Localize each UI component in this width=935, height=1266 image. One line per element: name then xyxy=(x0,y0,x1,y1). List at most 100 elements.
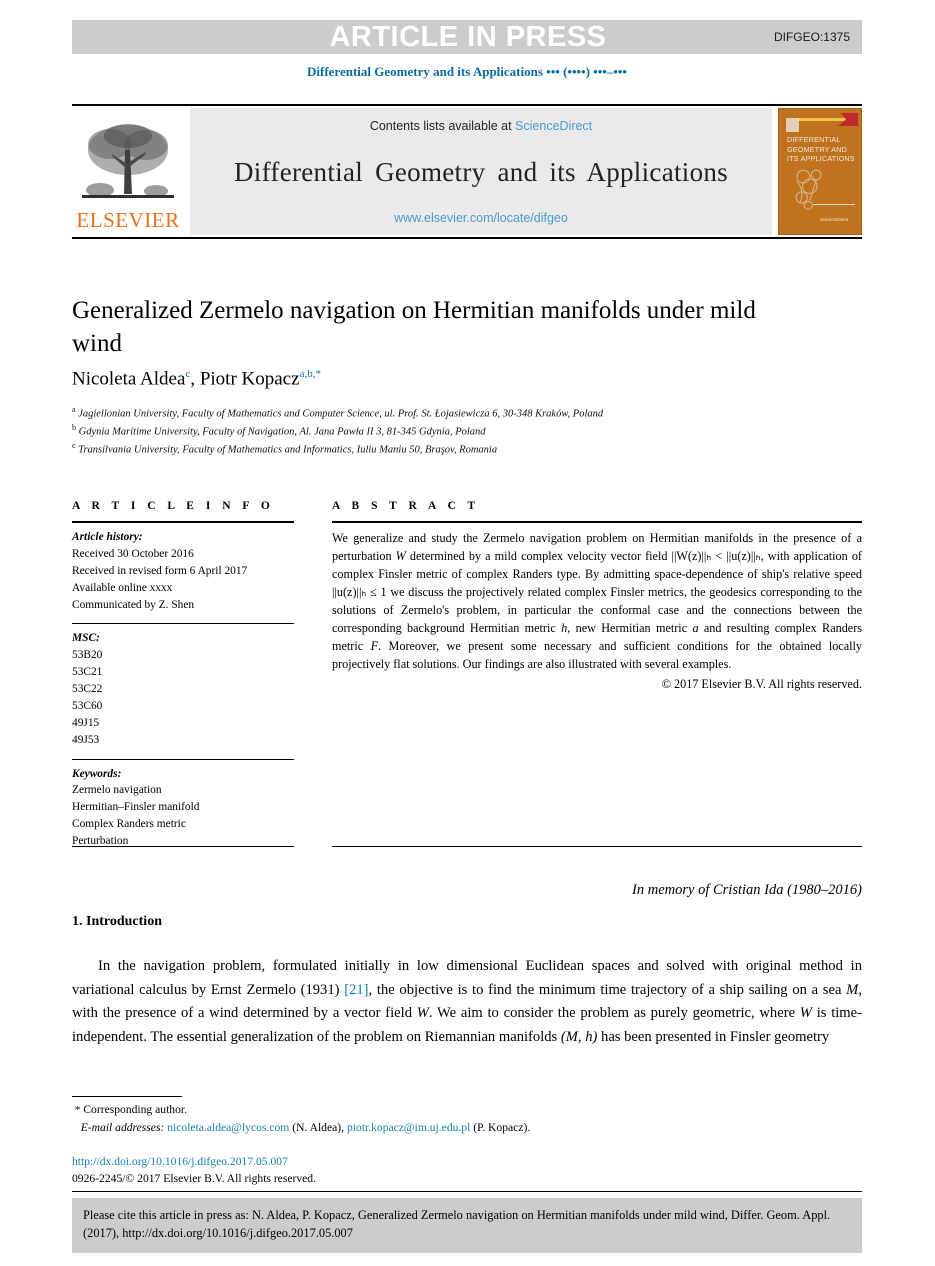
elsevier-logo: ELSEVIER xyxy=(72,108,184,235)
cite-this-article-box: Please cite this article in press as: N.… xyxy=(72,1198,862,1253)
journal-title: Differential Geometry and its Applicatio… xyxy=(234,156,728,187)
email-addresses-label: E-mail addresses: xyxy=(80,1120,165,1134)
msc-code: 49J53 xyxy=(72,733,100,746)
manuscript-code: DIFGEO:1375 xyxy=(773,30,850,44)
msc-block: MSC: 53B20 53C21 53C22 53C60 49J15 49J53 xyxy=(72,630,294,748)
introduction-paragraph: In the navigation problem, formulated in… xyxy=(72,955,862,1050)
corresponding-star-mark: * xyxy=(74,1104,81,1116)
email-owner-aldea: (N. Aldea), xyxy=(292,1120,345,1134)
corresponding-author-note: * Corresponding author. xyxy=(72,1101,862,1119)
msc-code: 53C21 xyxy=(72,666,103,679)
abstract-part-5: . Moreover, we present some necessary an… xyxy=(332,639,862,672)
cover-accent-bar xyxy=(797,118,853,121)
elsevier-wordmark: ELSEVIER xyxy=(76,208,180,232)
affiliation-item: b Gdynia Maritime University, Faculty of… xyxy=(72,422,772,440)
affiliation-item: a Jagiellonian University, Faculty of Ma… xyxy=(72,404,772,422)
corresponding-author-mark[interactable]: * xyxy=(315,368,321,380)
cover-footer-rule xyxy=(813,204,855,205)
article-history-block: Article history: Received 30 October 201… xyxy=(72,529,294,613)
msc-code: 53C60 xyxy=(72,699,103,712)
contents-lists-prefix: Contents lists available at xyxy=(369,119,516,133)
author-name-1: Nicoleta Aldea xyxy=(72,368,186,390)
journal-cover-thumbnail: DIFFERENTIAL GEOMETRY AND ITS APPLICATIO… xyxy=(778,108,862,235)
masthead-bottom-rule xyxy=(72,237,862,239)
keyword-item: Hermitian–Finsler manifold xyxy=(72,801,200,814)
page-bottom-rule xyxy=(72,1191,862,1192)
left-column-bottom-rule xyxy=(72,846,294,847)
keywords-rule xyxy=(72,758,294,760)
cover-elsevier-mark-icon xyxy=(786,118,799,132)
article-history-line: Received 30 October 2016 xyxy=(72,547,194,560)
keyword-item: Complex Randers metric xyxy=(72,818,186,831)
citation-reference-21[interactable]: [21] xyxy=(344,982,368,998)
article-info-heading: A R T I C L E I N F O xyxy=(72,500,275,512)
contents-lists-line: Contents lists available at ScienceDirec… xyxy=(370,119,592,133)
masthead-top-rule xyxy=(72,104,862,106)
abstract-copyright: © 2017 Elsevier B.V. All rights reserved… xyxy=(661,677,862,692)
article-history-label: Article history: xyxy=(72,531,143,543)
issn-copyright-line: 0926-2245/© 2017 Elsevier B.V. All right… xyxy=(72,1172,316,1186)
affiliation-item: c Transilvania University, Faculty of Ma… xyxy=(72,440,772,458)
keyword-item: Zermelo navigation xyxy=(72,784,162,797)
article-in-press-banner: ARTICLE IN PRESS DIFGEO:1375 xyxy=(72,20,862,54)
sciencedirect-link[interactable]: ScienceDirect xyxy=(515,119,592,133)
author-1-affiliation-mark[interactable]: c xyxy=(185,368,190,380)
journal-homepage-link[interactable]: www.elsevier.com/locate/difgeo xyxy=(394,211,568,225)
email-owner-kopacz: (P. Kopacz). xyxy=(473,1120,531,1134)
msc-code: 53C22 xyxy=(72,683,103,695)
masthead-center-panel: Contents lists available at ScienceDirec… xyxy=(190,108,772,235)
intro-part-2: , the objective is to find the minimum t… xyxy=(368,981,847,998)
affiliation-text: Gdynia Maritime University, Faculty of N… xyxy=(78,426,486,438)
keywords-label: Keywords: xyxy=(72,767,122,780)
msc-label: MSC: xyxy=(72,632,100,645)
abstract-symbol-w: W xyxy=(395,549,406,564)
article-info-column: A R T I C L E I N F O Article history: R… xyxy=(72,500,294,850)
abstract-rule xyxy=(332,521,862,523)
email-link-kopacz[interactable]: piotr.kopacz@im.uj.edu.pl xyxy=(347,1121,470,1134)
intro-symbol-mh: (M, h) xyxy=(560,1028,598,1045)
footnote-block: * Corresponding author. E-mail addresses… xyxy=(72,1101,862,1136)
abstract-heading: A B S T R A C T xyxy=(332,500,480,512)
article-in-press-text: ARTICLE IN PRESS xyxy=(329,20,607,53)
affiliation-text: Jagiellonian University, Faculty of Math… xyxy=(78,408,604,420)
author-list: Nicoleta Aldeac, Piotr Kopacza,b,* xyxy=(72,368,321,390)
section-heading-introduction: 1. Introduction xyxy=(72,914,162,929)
doi-link[interactable]: http://dx.doi.org/10.1016/j.difgeo.2017.… xyxy=(72,1153,316,1170)
journal-masthead: ELSEVIER Contents lists available at Sci… xyxy=(72,108,862,235)
cover-footer-text: ScienceDirect xyxy=(819,217,849,222)
intro-symbol-w: W xyxy=(416,1005,429,1022)
keyword-item: Perturbation xyxy=(72,835,129,847)
page-title: Generalized Zermelo navigation on Hermit… xyxy=(72,297,756,357)
cover-footer: ScienceDirect xyxy=(813,204,855,226)
right-column-bottom-rule xyxy=(332,846,862,847)
article-info-rule xyxy=(72,521,294,523)
journal-running-head: Differential Geometry and its Applicatio… xyxy=(307,64,627,79)
article-history-line: Communicated by Z. Shen xyxy=(72,598,195,611)
email-addresses-note: E-mail addresses: nicoleta.aldea@lycos.c… xyxy=(72,1119,862,1137)
email-link-aldea[interactable]: nicoleta.aldea@lycos.com xyxy=(167,1121,289,1134)
footnote-separator-rule xyxy=(72,1096,182,1097)
abstract-column: A B S T R A C T We generalize and study … xyxy=(332,500,862,692)
msc-code: 53B20 xyxy=(72,649,103,662)
memorial-dedication: In memory of Cristian Ida (1980–2016) xyxy=(632,882,862,898)
abstract-symbol-f: F xyxy=(370,639,379,654)
msc-rule xyxy=(72,623,294,625)
author-name-2: Piotr Kopacz xyxy=(199,368,300,390)
abstract-text: We generalize and study the Zermelo navi… xyxy=(332,529,862,673)
article-history-line: Received in revised form 6 April 2017 xyxy=(72,564,248,577)
affiliation-text: Transilvania University, Faculty of Math… xyxy=(78,444,498,456)
keywords-block: Keywords: Zermelo navigation Hermitian–F… xyxy=(72,766,294,850)
affiliation-mark: c xyxy=(72,441,76,451)
author-2-affiliation-mark[interactable]: a,b, xyxy=(300,368,316,380)
msc-code: 49J15 xyxy=(72,716,100,729)
article-history-line: Available online xxxx xyxy=(72,581,173,594)
doi-and-issn-block: http://dx.doi.org/10.1016/j.difgeo.2017.… xyxy=(72,1153,316,1188)
intro-symbol-m: M xyxy=(846,981,859,998)
intro-part-4: . We aim to consider the problem as pure… xyxy=(428,1005,800,1022)
corresponding-author-text: Corresponding author. xyxy=(83,1103,187,1116)
affiliation-mark: a xyxy=(72,405,76,414)
elsevier-tree-icon xyxy=(82,124,174,198)
affiliation-list: a Jagiellonian University, Faculty of Ma… xyxy=(72,404,772,458)
intro-symbol-w2: W xyxy=(799,1005,812,1022)
abstract-part-3: , new Hermitian metric xyxy=(567,621,693,636)
